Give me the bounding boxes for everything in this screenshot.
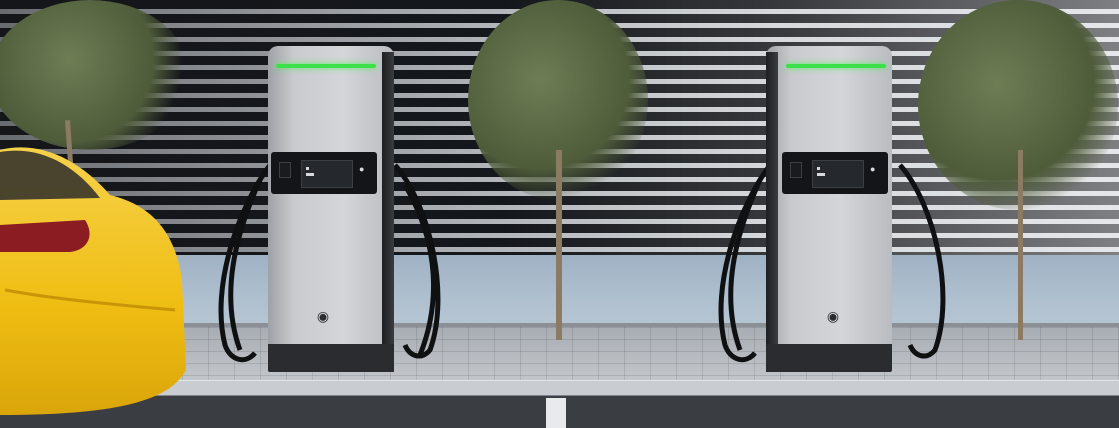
charger-right-side	[766, 52, 778, 372]
tree-center	[468, 0, 648, 340]
charger-left-led	[276, 64, 376, 68]
charger-left-base	[268, 344, 394, 372]
charger-right: ● ◉	[766, 46, 892, 372]
charger-right-screen	[812, 160, 864, 188]
charger-left-side	[382, 52, 394, 372]
yellow-car	[0, 147, 186, 415]
charger-left-body	[268, 46, 394, 372]
scene: ● ◉ ● ◉	[0, 0, 1119, 428]
charger-left-panel: ●	[271, 152, 377, 194]
charger-logo-icon: ◉	[826, 308, 840, 324]
charger-right-base	[766, 344, 892, 372]
charger-logo-icon: ◉	[316, 308, 330, 324]
charger-right-panel: ●	[782, 152, 888, 194]
nfc-icon: ●	[870, 164, 876, 174]
nfc-icon: ●	[359, 164, 365, 174]
charger-left-screen	[301, 160, 353, 188]
charger-right-led	[786, 64, 886, 68]
road-marking	[546, 398, 566, 428]
charger-left: ● ◉	[268, 46, 394, 372]
charger-left-card-slot	[279, 162, 291, 178]
charger-right-card-slot	[790, 162, 802, 178]
